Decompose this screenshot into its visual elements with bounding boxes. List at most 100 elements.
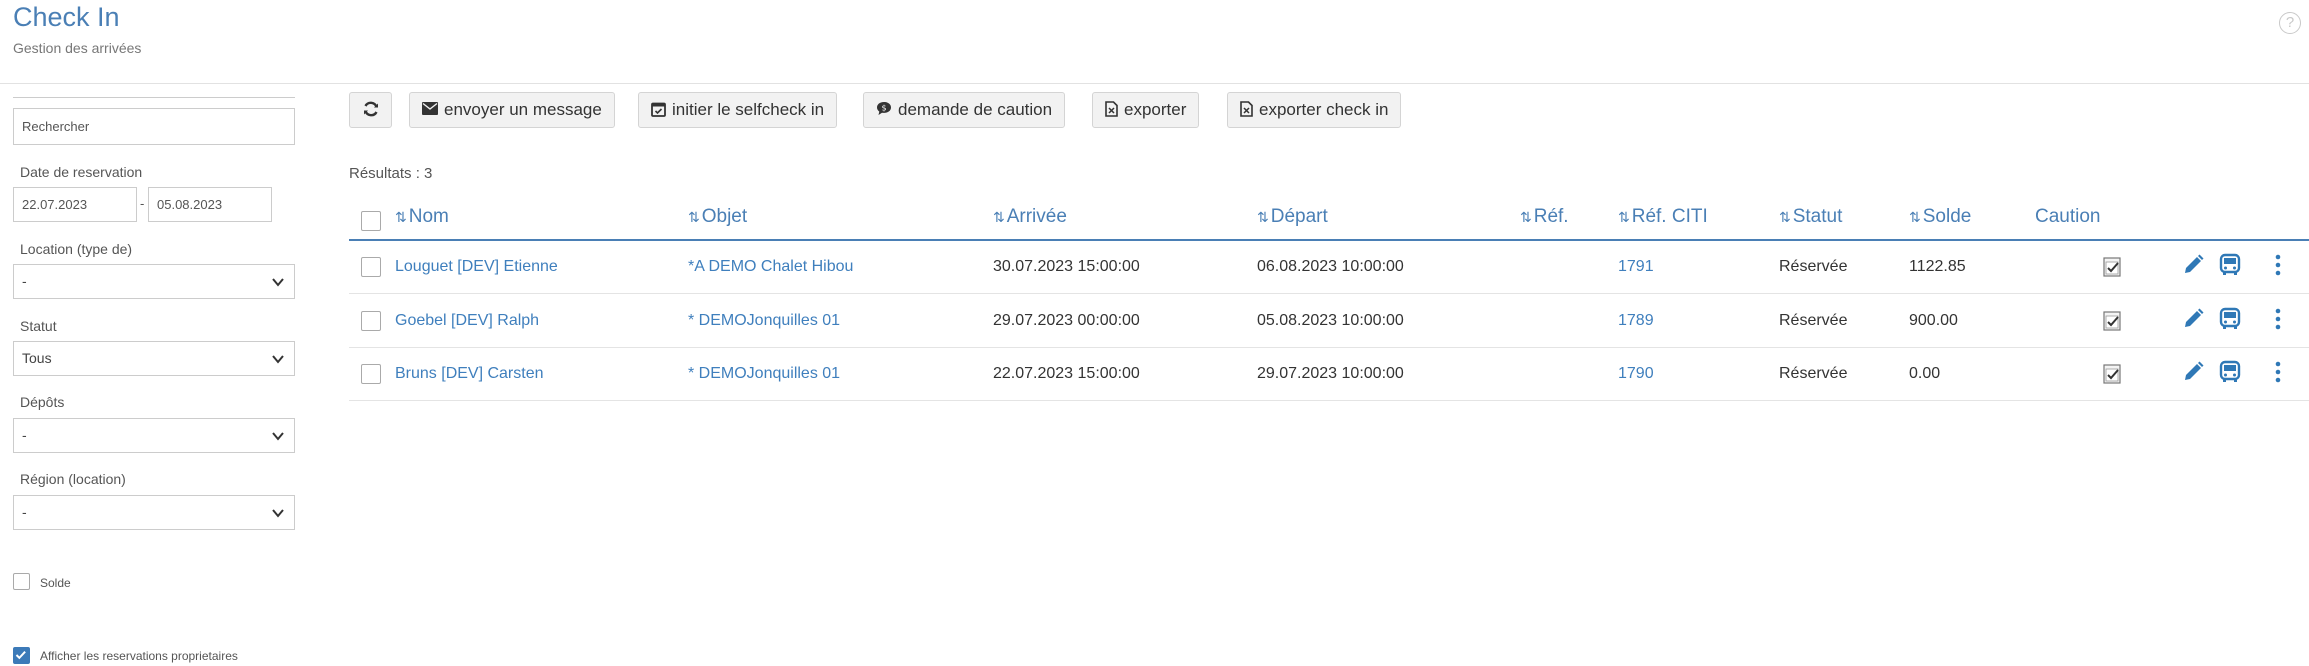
depots-label: Dépôts <box>20 394 65 410</box>
column-header-depart[interactable]: ⇅ Départ <box>1257 206 1328 228</box>
caution-request-label: demande de caution <box>898 100 1053 119</box>
chevron-down-icon <box>272 278 284 287</box>
row-depart: 05.08.2023 10:00:00 <box>1257 312 1404 329</box>
statut-select[interactable]: Tous <box>13 341 295 376</box>
table-header-divider <box>349 239 2309 241</box>
export-button[interactable]: exporter <box>1092 92 1200 128</box>
column-header-caution: Caution <box>2035 206 2101 227</box>
row-solde: 900.00 <box>1909 312 1958 329</box>
row-ref-citi-link[interactable]: 1790 <box>1618 365 1654 383</box>
row-statut: Réservée <box>1779 312 1848 329</box>
row-solde: 1122.85 <box>1909 258 1966 275</box>
proprietaires-checkbox-label: Afficher les reservations proprietaires <box>40 649 238 663</box>
chevron-down-icon <box>272 509 284 518</box>
export-checkin-button[interactable]: exporter check in <box>1227 92 1402 128</box>
caution-document-icon[interactable] <box>2103 257 2121 277</box>
sort-icon: ⇅ <box>395 209 407 225</box>
column-header-arrivee[interactable]: ⇅ Arrivée <box>993 206 1067 228</box>
row-objet-link[interactable]: * DEMOJonquilles 01 <box>688 312 840 330</box>
page-header: Check In Gestion des arrivées ? <box>0 0 2309 84</box>
chevron-down-icon <box>272 355 284 364</box>
select-all-checkbox[interactable] <box>361 211 381 231</box>
solde-checkbox[interactable] <box>13 573 30 590</box>
edit-pencil-icon[interactable] <box>2181 253 2205 277</box>
row-solde: 0.00 <box>1909 365 1941 382</box>
export-label: exporter <box>1124 100 1187 119</box>
column-header-ref-label: Réf. <box>1533 206 1569 227</box>
page-title: Check In <box>13 2 120 32</box>
more-vertical-icon[interactable] <box>2266 307 2290 331</box>
sort-icon: ⇅ <box>993 209 1005 225</box>
row-nom-link[interactable]: Louguet [DEV] Etienne <box>395 258 558 276</box>
caution-document-icon[interactable] <box>2103 311 2121 331</box>
row-checkbox[interactable] <box>361 257 381 277</box>
refresh-button[interactable] <box>349 92 392 128</box>
search-input[interactable]: Rechercher <box>13 108 295 145</box>
row-objet-link[interactable]: *A DEMO Chalet Hibou <box>688 258 853 276</box>
row-arrivee: 30.07.2023 15:00:00 <box>993 258 1140 275</box>
caution-request-button[interactable]: $ demande de caution <box>863 92 1066 128</box>
more-vertical-icon[interactable] <box>2266 253 2290 277</box>
column-header-statut-label: Statut <box>1792 206 1843 227</box>
results-count: Résultats : 3 <box>349 165 433 182</box>
send-message-label: envoyer un message <box>444 100 602 119</box>
date-to-input[interactable]: 05.08.2023 <box>148 187 272 222</box>
send-message-button[interactable]: envoyer un message <box>409 92 615 128</box>
row-objet-link[interactable]: * DEMOJonquilles 01 <box>688 365 840 383</box>
statut-select-value: Tous <box>22 350 52 366</box>
row-ref-citi-link[interactable]: 1791 <box>1618 258 1654 276</box>
more-vertical-icon[interactable] <box>2266 360 2290 384</box>
column-header-ref-citi[interactable]: ⇅ Réf. CITI <box>1618 206 1708 228</box>
date-from-input[interactable]: 22.07.2023 <box>13 187 137 222</box>
help-icon[interactable]: ? <box>2279 12 2301 34</box>
file-excel-icon <box>1240 100 1253 117</box>
bus-icon[interactable] <box>2218 360 2242 384</box>
export-checkin-label: exporter check in <box>1259 100 1389 119</box>
location-label: Location (type de) <box>20 241 133 257</box>
location-select[interactable]: - <box>13 264 295 299</box>
caution-document-icon[interactable] <box>2103 364 2121 384</box>
edit-pencil-icon[interactable] <box>2181 307 2205 331</box>
sort-icon: ⇅ <box>1909 209 1921 225</box>
bus-icon[interactable] <box>2218 307 2242 331</box>
row-arrivee: 22.07.2023 15:00:00 <box>993 365 1140 382</box>
sort-icon: ⇅ <box>1257 209 1269 225</box>
sort-icon: ⇅ <box>1779 209 1791 225</box>
column-header-arrivee-label: Arrivée <box>1006 206 1067 227</box>
chevron-down-icon <box>272 432 284 441</box>
solde-checkbox-label: Solde <box>40 576 71 590</box>
sort-icon: ⇅ <box>1520 209 1532 225</box>
statut-label: Statut <box>20 318 57 334</box>
bus-icon[interactable] <box>2218 253 2242 277</box>
depots-select[interactable]: - <box>13 418 295 453</box>
column-header-solde[interactable]: ⇅ Solde <box>1909 206 1971 228</box>
column-header-solde-label: Solde <box>1922 206 1972 227</box>
calendar-check-icon <box>651 102 666 117</box>
row-checkbox[interactable] <box>361 364 381 384</box>
column-header-nom[interactable]: ⇅ Nom <box>395 206 449 228</box>
edit-pencil-icon[interactable] <box>2181 360 2205 384</box>
row-nom-link[interactable]: Goebel [DEV] Ralph <box>395 312 539 330</box>
row-depart: 29.07.2023 10:00:00 <box>1257 365 1404 382</box>
sidebar-divider <box>13 97 295 98</box>
column-header-statut[interactable]: ⇅ Statut <box>1779 206 1842 228</box>
file-excel-icon <box>1105 100 1118 117</box>
column-header-ref[interactable]: ⇅ Réf. <box>1520 206 1569 228</box>
row-nom-link[interactable]: Bruns [DEV] Carsten <box>395 365 544 383</box>
column-header-nom-label: Nom <box>408 206 449 227</box>
column-header-objet[interactable]: ⇅ Objet <box>688 206 747 228</box>
row-divider <box>349 293 2309 294</box>
row-statut: Réservée <box>1779 258 1848 275</box>
selfcheck-button[interactable]: initier le selfcheck in <box>638 92 838 128</box>
svg-text:$: $ <box>881 104 886 113</box>
region-select-value: - <box>22 504 27 520</box>
column-header-ref-citi-label: Réf. CITI <box>1631 206 1708 227</box>
comment-dollar-icon: $ <box>877 102 891 116</box>
column-header-depart-label: Départ <box>1270 206 1328 227</box>
proprietaires-checkbox[interactable] <box>13 647 30 664</box>
sort-icon: ⇅ <box>1618 209 1630 225</box>
row-checkbox[interactable] <box>361 311 381 331</box>
region-label: Région (location) <box>20 471 126 487</box>
region-select[interactable]: - <box>13 495 295 530</box>
row-ref-citi-link[interactable]: 1789 <box>1618 312 1654 330</box>
